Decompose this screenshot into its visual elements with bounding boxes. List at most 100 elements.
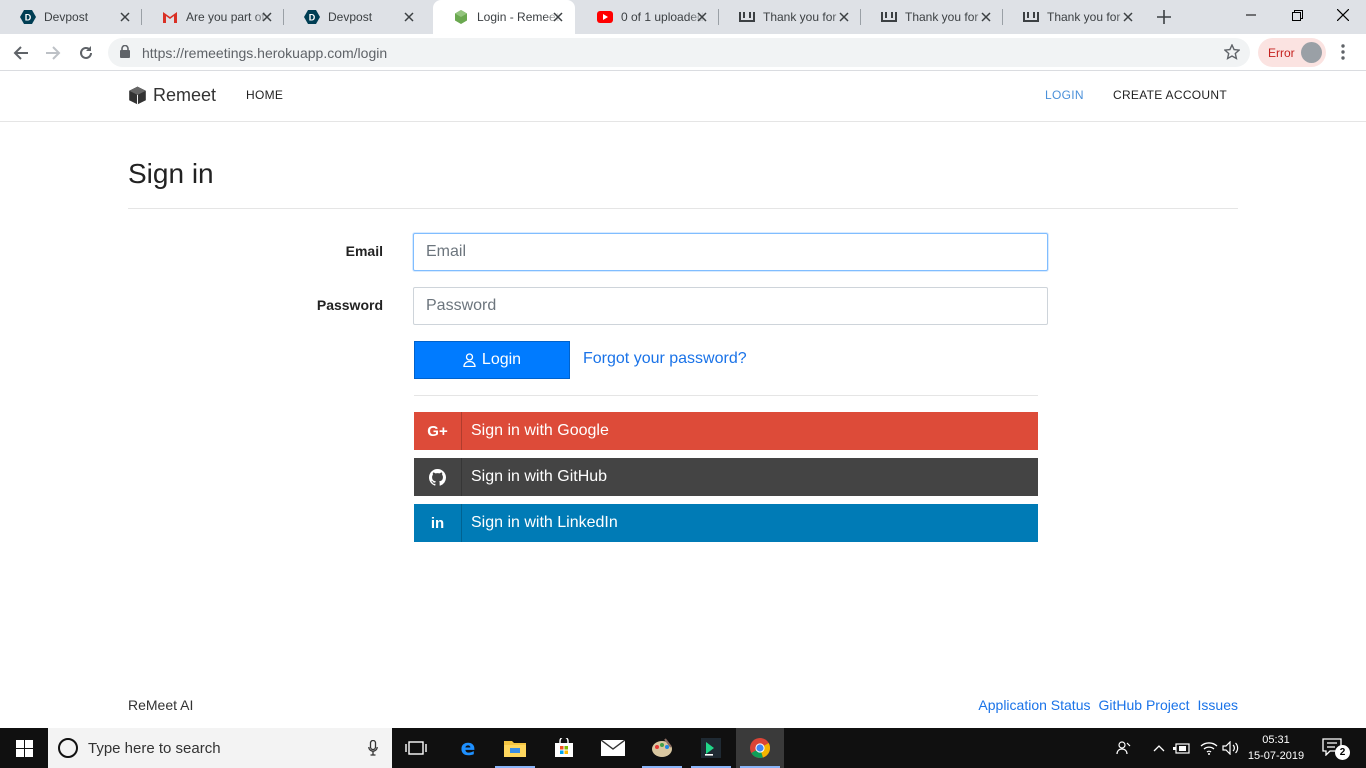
close-tab-icon[interactable] xyxy=(837,10,851,24)
profile-status-text: Error xyxy=(1268,45,1295,60)
brand-name: Remeet xyxy=(153,85,217,105)
site-navbar: Remeet HOME LOGIN CREATE ACCOUNT xyxy=(0,71,1366,122)
divider xyxy=(128,208,1238,209)
file-explorer-icon[interactable] xyxy=(491,728,539,768)
notification-center-icon[interactable]: 2 xyxy=(1320,736,1350,760)
task-view-icon[interactable] xyxy=(392,728,440,768)
window-close-icon[interactable] xyxy=(1320,0,1366,30)
email-label: Email xyxy=(345,243,383,259)
gmail-icon xyxy=(162,9,178,25)
password-input[interactable] xyxy=(413,287,1048,325)
tab-title: Devpost xyxy=(44,10,89,24)
typeform-icon xyxy=(881,9,897,25)
github-signin-button[interactable]: Sign in with GitHub xyxy=(414,458,1038,496)
edge-browser-icon[interactable]: e xyxy=(444,728,492,768)
linkedin-icon: in xyxy=(414,504,462,542)
svg-text:D: D xyxy=(25,13,32,23)
footer-links: Application Status GitHub Project Issues xyxy=(978,697,1238,713)
close-tab-icon[interactable] xyxy=(979,10,993,24)
restore-icon[interactable] xyxy=(1274,0,1320,30)
linkedin-signin-button[interactable]: in Sign in with LinkedIn xyxy=(414,504,1038,542)
tab-title: Thank you for xyxy=(905,10,979,24)
taskbar-clock[interactable]: 05:31 15-07-2019 xyxy=(1244,732,1308,764)
browser-tab[interactable]: D Devpost xyxy=(284,0,426,34)
minimize-icon[interactable] xyxy=(1228,0,1274,30)
browser-tab[interactable]: D Devpost xyxy=(0,0,142,34)
footer-github-project-link[interactable]: GitHub Project xyxy=(1098,697,1189,713)
cube-icon xyxy=(453,9,469,25)
clock-time: 05:31 xyxy=(1262,734,1290,746)
bookmark-star-icon[interactable] xyxy=(1223,43,1241,65)
mail-envelope-icon[interactable] xyxy=(589,728,637,768)
windows-start-icon[interactable] xyxy=(0,728,48,768)
login-button[interactable]: Login xyxy=(414,341,570,379)
close-tab-icon[interactable] xyxy=(118,10,132,24)
more-menu-icon[interactable] xyxy=(1335,42,1351,62)
footer-issues-link[interactable]: Issues xyxy=(1198,697,1238,713)
devpost-icon: D xyxy=(20,9,36,25)
close-tab-icon[interactable] xyxy=(1121,10,1135,24)
wifi-icon[interactable] xyxy=(1198,728,1220,768)
people-icon[interactable] xyxy=(1112,728,1136,768)
forgot-password-link[interactable]: Forgot your password? xyxy=(583,350,747,368)
battery-icon[interactable] xyxy=(1172,728,1192,768)
email-input[interactable] xyxy=(413,233,1048,271)
browser-tab[interactable]: 0 of 1 uploaded xyxy=(577,0,719,34)
address-bar[interactable]: https://remeetings.herokuapp.com/login xyxy=(108,38,1250,67)
youtube-icon xyxy=(597,9,613,25)
typeform-icon xyxy=(739,9,755,25)
nav-login-link[interactable]: LOGIN xyxy=(1045,88,1084,102)
typeform-icon xyxy=(1023,9,1039,25)
close-tab-icon[interactable] xyxy=(551,10,565,24)
brand-logo-link[interactable]: Remeet xyxy=(128,85,216,106)
user-icon xyxy=(463,353,476,367)
browser-tab[interactable]: Are you part of xyxy=(142,0,284,34)
browser-toolbar: https://remeetings.herokuapp.com/login E… xyxy=(0,34,1366,71)
login-button-label: Login xyxy=(481,351,522,368)
url-text[interactable]: https://remeetings.herokuapp.com/login xyxy=(142,45,387,61)
clock-date: 15-07-2019 xyxy=(1247,750,1305,762)
profile-error-button[interactable]: Error xyxy=(1258,38,1326,67)
nav-home-link[interactable]: HOME xyxy=(246,88,283,102)
nav-create-account-link[interactable]: CREATE ACCOUNT xyxy=(1113,88,1227,102)
svg-text:e: e xyxy=(461,737,476,759)
reload-icon[interactable] xyxy=(73,40,99,66)
avatar xyxy=(1301,42,1322,63)
password-label: Password xyxy=(316,297,383,313)
close-tab-icon[interactable] xyxy=(260,10,274,24)
svg-text:D: D xyxy=(309,13,316,23)
paint-palette-icon[interactable] xyxy=(638,728,686,768)
browser-tab[interactable]: Thank you for xyxy=(719,0,861,34)
browser-tab[interactable]: Thank you for xyxy=(1003,0,1145,34)
page-title: Sign in xyxy=(128,158,214,189)
cortana-icon xyxy=(58,738,78,758)
google-plus-icon: G+ xyxy=(414,412,462,450)
close-tab-icon[interactable] xyxy=(402,10,416,24)
store-bag-icon[interactable] xyxy=(540,728,588,768)
new-tab-plus-icon[interactable] xyxy=(1154,7,1174,27)
microphone-icon[interactable] xyxy=(368,739,378,761)
google-signin-button[interactable]: G+ Sign in with Google xyxy=(414,412,1038,450)
tab-title: Are you part of xyxy=(186,10,265,24)
footer-application-status-link[interactable]: Application Status xyxy=(978,697,1090,713)
browser-tab[interactable]: Thank you for xyxy=(861,0,1003,34)
close-tab-icon[interactable] xyxy=(695,10,709,24)
taskbar-search-box[interactable]: Type here to search xyxy=(48,728,392,768)
devpost-icon: D xyxy=(304,9,320,25)
code-editor-icon[interactable] xyxy=(687,728,735,768)
chevron-up-icon[interactable] xyxy=(1150,728,1168,768)
linkedin-signin-label: Sign in with LinkedIn xyxy=(471,514,618,531)
back-arrow-icon[interactable] xyxy=(8,40,34,66)
tab-title: Thank you for xyxy=(1047,10,1121,24)
chrome-icon[interactable] xyxy=(736,728,784,768)
footer-brand: ReMeet AI xyxy=(128,697,194,713)
tab-title: Devpost xyxy=(328,10,373,24)
browser-tab-strip: D Devpost Are you part of D Devpost Logi… xyxy=(0,0,1366,34)
windows-taskbar: Type here to search e 05:31 15-07-2019 2 xyxy=(0,728,1366,768)
lock-icon[interactable] xyxy=(120,44,130,63)
tab-title: Thank you for xyxy=(763,10,837,24)
cube-icon xyxy=(129,86,146,105)
volume-icon[interactable] xyxy=(1220,728,1242,768)
forward-arrow-icon[interactable] xyxy=(40,40,66,66)
browser-tab-active[interactable]: Login - Remeet xyxy=(433,0,575,34)
